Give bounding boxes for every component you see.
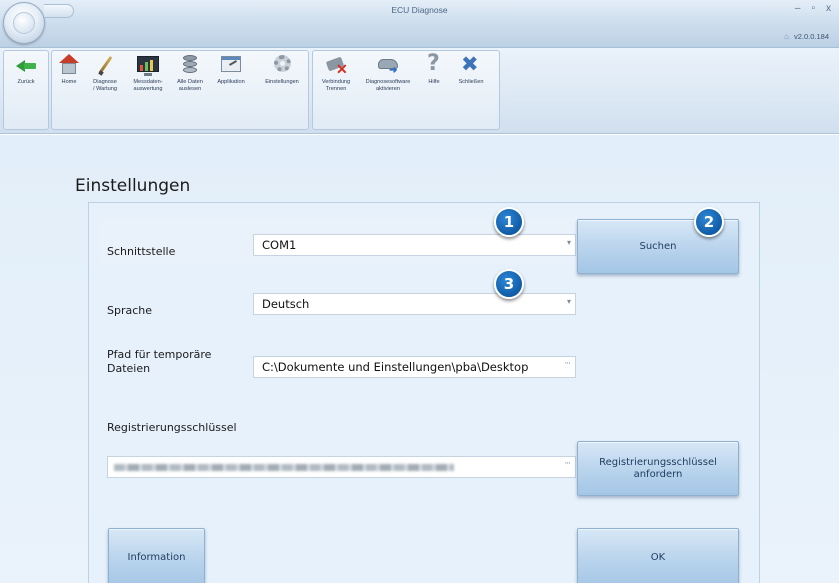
close-tools-icon: ✖ bbox=[461, 52, 479, 76]
request-registration-key-button[interactable]: Registrierungsschlüssel anfordern bbox=[577, 441, 739, 496]
home-button[interactable]: Home bbox=[52, 53, 86, 86]
diagnosis-pen-icon bbox=[93, 53, 117, 77]
measurement-label: Messdaten- auswertung bbox=[133, 79, 163, 92]
callout-1: 1 bbox=[494, 207, 524, 237]
minimize-button[interactable]: – bbox=[795, 3, 801, 15]
diagnosis-button[interactable]: Diagnose / Wartung bbox=[85, 53, 125, 93]
settings-button[interactable]: Einstellungen bbox=[256, 53, 308, 86]
callout-2: 2 bbox=[694, 207, 724, 237]
pin-icon[interactable]: ⌂ bbox=[784, 32, 789, 41]
activate-software-icon: ➜ bbox=[376, 53, 400, 77]
language-value: Deutsch bbox=[262, 297, 310, 311]
diagnosis-label: Diagnose / Wartung bbox=[92, 79, 118, 92]
close-app-button[interactable]: ✖ Schließen bbox=[451, 53, 491, 86]
disconnect-button[interactable]: ✕ Verbindung Trennen bbox=[313, 53, 359, 93]
page-title: Einstellungen bbox=[75, 176, 191, 196]
main-area: Einstellungen Schnittstelle COM1 ▾ Sprac… bbox=[0, 135, 839, 583]
registration-key-label: Registrierungsschlüssel bbox=[107, 421, 237, 434]
chevron-down-icon: ▾ bbox=[566, 238, 571, 247]
window-title: ECU Diagnose bbox=[391, 5, 448, 15]
registration-ellipsis-icon[interactable]: ··· bbox=[564, 459, 571, 469]
close-button[interactable]: x bbox=[826, 3, 831, 15]
gear-icon bbox=[270, 53, 294, 77]
temp-path-value: C:\Dokumente und Einstellungen\pba\Deskt… bbox=[262, 360, 529, 374]
maximize-button[interactable]: ▫ bbox=[811, 3, 815, 15]
registration-key-field[interactable]: ··· bbox=[107, 456, 576, 478]
home-label: Home bbox=[61, 79, 77, 85]
settings-panel: Schnittstelle COM1 ▾ Sprache Deutsch ▾ P… bbox=[88, 202, 760, 583]
ribbon-group-main: Home Diagnose / Wartung Messdaten- auswe… bbox=[51, 50, 309, 130]
language-label: Sprache bbox=[107, 304, 153, 317]
interface-label: Schnittstelle bbox=[107, 245, 176, 258]
ribbon-toolbar: Zurück Home Diagnose / Wartung Messdaten… bbox=[0, 48, 839, 134]
ok-button[interactable]: OK bbox=[577, 528, 739, 583]
temp-path-label: Pfad für temporäre Dateien bbox=[107, 348, 212, 375]
read-all-data-button[interactable]: Alle Daten auslesen bbox=[170, 53, 210, 93]
version-label: v2.0.0.184 bbox=[793, 32, 829, 41]
app-orb-icon bbox=[13, 12, 35, 34]
measurement-monitor-icon bbox=[136, 53, 160, 77]
activate-software-label: Diagnosesoftware aktivieren bbox=[365, 79, 411, 92]
help-button[interactable]: ? Hilfe bbox=[417, 53, 451, 86]
version-info: ⌂ v2.0.0.184 bbox=[784, 32, 829, 41]
back-arrow-icon bbox=[14, 53, 38, 77]
interface-select[interactable]: COM1 ▾ bbox=[253, 234, 576, 256]
help-icon: ? bbox=[427, 51, 440, 76]
activate-software-button[interactable]: ➜ Diagnosesoftware aktivieren bbox=[357, 53, 419, 93]
settings-label: Einstellungen bbox=[265, 79, 299, 85]
database-icon bbox=[178, 53, 202, 77]
close-app-label: Schließen bbox=[458, 79, 484, 85]
language-select[interactable]: Deutsch ▾ bbox=[253, 293, 576, 315]
browse-ellipsis-icon[interactable]: ··· bbox=[564, 359, 571, 369]
help-label: Hilfe bbox=[428, 79, 440, 85]
application-window-icon bbox=[219, 53, 243, 77]
window-controls: – ▫ x bbox=[795, 3, 831, 15]
title-bar: ECU Diagnose – ▫ x ⌂ v2.0.0.184 bbox=[0, 0, 839, 48]
chevron-down-icon: ▾ bbox=[566, 297, 571, 306]
read-all-data-label: Alle Daten auslesen bbox=[177, 79, 203, 92]
interface-value: COM1 bbox=[262, 238, 297, 252]
measurement-button[interactable]: Messdaten- auswertung bbox=[128, 53, 168, 93]
application-button[interactable]: Applikation bbox=[211, 53, 251, 86]
blurred-registration-key bbox=[114, 464, 454, 471]
information-button[interactable]: Information bbox=[108, 528, 205, 583]
ribbon-group-connection: ✕ Verbindung Trennen ➜ Diagnosesoftware … bbox=[312, 50, 500, 130]
back-button[interactable]: Zurück bbox=[6, 53, 46, 86]
disconnect-label: Verbindung Trennen bbox=[321, 79, 351, 92]
disconnect-icon: ✕ bbox=[324, 53, 348, 77]
home-icon bbox=[57, 53, 81, 77]
temp-path-field[interactable]: C:\Dokumente und Einstellungen\pba\Deskt… bbox=[253, 356, 576, 378]
back-label: Zurück bbox=[17, 79, 35, 85]
ribbon-group-navigation: Zurück bbox=[3, 50, 49, 130]
application-label: Applikation bbox=[217, 79, 245, 85]
callout-3: 3 bbox=[494, 269, 524, 299]
